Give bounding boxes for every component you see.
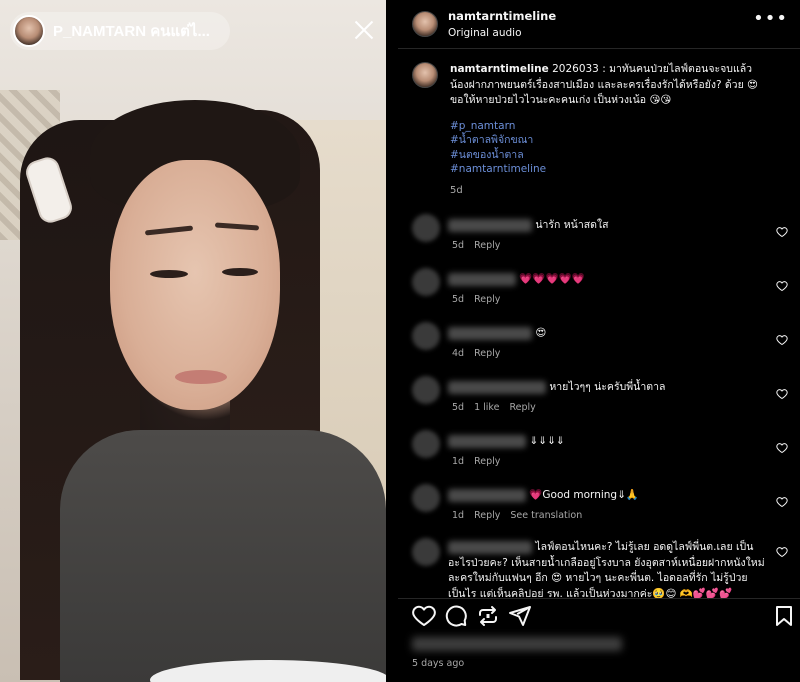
comment-age: 5d bbox=[452, 402, 465, 413]
comment-age: 4d bbox=[452, 348, 465, 359]
comment-username-redacted[interactable] bbox=[448, 540, 532, 554]
comment-age: 1d bbox=[452, 510, 465, 521]
post-username[interactable]: namtarntimeline bbox=[448, 9, 556, 24]
caption-username[interactable]: namtarntimeline bbox=[450, 63, 549, 75]
comment-avatar[interactable] bbox=[412, 484, 440, 512]
video-eye-right bbox=[222, 268, 258, 276]
comment-text: หายไวๆๆ น่ะครับพี่น้ำตาล bbox=[549, 381, 666, 393]
comment-like-heart-icon[interactable] bbox=[776, 442, 788, 454]
comment-like-heart-icon[interactable] bbox=[776, 226, 788, 238]
post-header: namtarntimeline Original audio ••• bbox=[398, 0, 800, 48]
comment-like-heart-icon[interactable] bbox=[776, 334, 788, 346]
action-bar bbox=[412, 604, 792, 630]
reply-button[interactable]: Reply bbox=[474, 456, 500, 467]
comment-like-heart-icon[interactable] bbox=[776, 280, 788, 292]
share-icon[interactable] bbox=[508, 604, 532, 628]
comment-text: 💗Good morning⇓🙏 bbox=[529, 489, 639, 501]
reply-button[interactable]: Reply bbox=[474, 510, 500, 521]
story-username[interactable]: P_NAMTARN คนแต่ไ... bbox=[53, 19, 210, 43]
repost-icon[interactable] bbox=[476, 604, 500, 628]
comment-username-redacted[interactable] bbox=[448, 488, 526, 502]
comment-username-redacted[interactable] bbox=[448, 326, 532, 340]
audio-link[interactable]: Original audio bbox=[448, 26, 556, 40]
video-panel[interactable]: P_NAMTARN คนแต่ไ... bbox=[0, 0, 386, 682]
like-heart-icon[interactable] bbox=[412, 604, 436, 628]
comment-text: 💗💗💗💗💗 bbox=[519, 273, 585, 285]
comment-like-count[interactable]: 1 like bbox=[474, 402, 499, 413]
hashtag-list: #p_namtarn #น้ำตาลพิจักขณา #นตของน้ำตาล … bbox=[450, 119, 770, 177]
comment-username-redacted[interactable] bbox=[448, 218, 532, 232]
hashtag-link[interactable]: #namtarntimeline bbox=[450, 162, 770, 177]
comment-username-redacted[interactable] bbox=[448, 380, 546, 394]
post-caption: namtarntimeline 2026033 : มาทันคนป่วยไลฟ… bbox=[412, 62, 792, 198]
close-icon[interactable] bbox=[352, 18, 376, 42]
comment-text: น่ารัก หน้าสดใส bbox=[535, 219, 609, 231]
reply-button[interactable]: Reply bbox=[474, 240, 500, 251]
comment-age: 5d bbox=[452, 240, 465, 251]
comment-like-heart-icon[interactable] bbox=[776, 388, 788, 400]
comment-avatar[interactable] bbox=[412, 214, 440, 242]
post-time-ago: 5 days ago bbox=[412, 658, 465, 669]
video-lips bbox=[175, 370, 227, 384]
comment-username-redacted[interactable] bbox=[448, 434, 526, 448]
see-translation-link[interactable]: See translation bbox=[510, 510, 582, 521]
post-panel: namtarntimeline Original audio ••• namta… bbox=[398, 0, 800, 682]
comment-avatar[interactable] bbox=[412, 268, 440, 296]
header-divider bbox=[398, 48, 800, 49]
comment-avatar[interactable] bbox=[412, 538, 440, 566]
comment-age: 1d bbox=[452, 456, 465, 467]
story-header[interactable]: P_NAMTARN คนแต่ไ... bbox=[10, 12, 230, 50]
comment-avatar[interactable] bbox=[412, 322, 440, 350]
reply-button[interactable]: Reply bbox=[474, 294, 500, 305]
comment-icon[interactable] bbox=[444, 604, 468, 628]
actions-divider bbox=[398, 598, 800, 599]
comment-like-heart-icon[interactable] bbox=[776, 496, 788, 508]
caption-avatar[interactable] bbox=[412, 62, 438, 88]
hashtag-link[interactable]: #นตของน้ำตาล bbox=[450, 148, 770, 163]
hashtag-link[interactable]: #p_namtarn bbox=[450, 119, 770, 134]
comment-avatar[interactable] bbox=[412, 376, 440, 404]
reply-button[interactable]: Reply bbox=[474, 348, 500, 359]
comment-like-heart-icon[interactable] bbox=[776, 546, 788, 558]
comment-username-redacted[interactable] bbox=[448, 272, 516, 286]
more-options-icon[interactable]: ••• bbox=[753, 10, 788, 28]
comment-age: 5d bbox=[452, 294, 465, 305]
reply-button[interactable]: Reply bbox=[509, 402, 535, 413]
video-eye-left bbox=[150, 270, 188, 278]
bookmark-icon[interactable] bbox=[772, 604, 796, 628]
video-shirt bbox=[60, 430, 386, 682]
likes-summary-redacted[interactable] bbox=[412, 637, 622, 651]
comment-text: 😍 bbox=[535, 327, 547, 339]
caption-age: 5d bbox=[450, 184, 463, 196]
comment-avatar[interactable] bbox=[412, 430, 440, 458]
comment-text: ⇓⇓⇓⇓ bbox=[529, 435, 565, 447]
hashtag-link[interactable]: #น้ำตาลพิจักขณา bbox=[450, 133, 770, 148]
post-avatar[interactable] bbox=[412, 11, 438, 37]
story-avatar[interactable] bbox=[13, 15, 45, 47]
